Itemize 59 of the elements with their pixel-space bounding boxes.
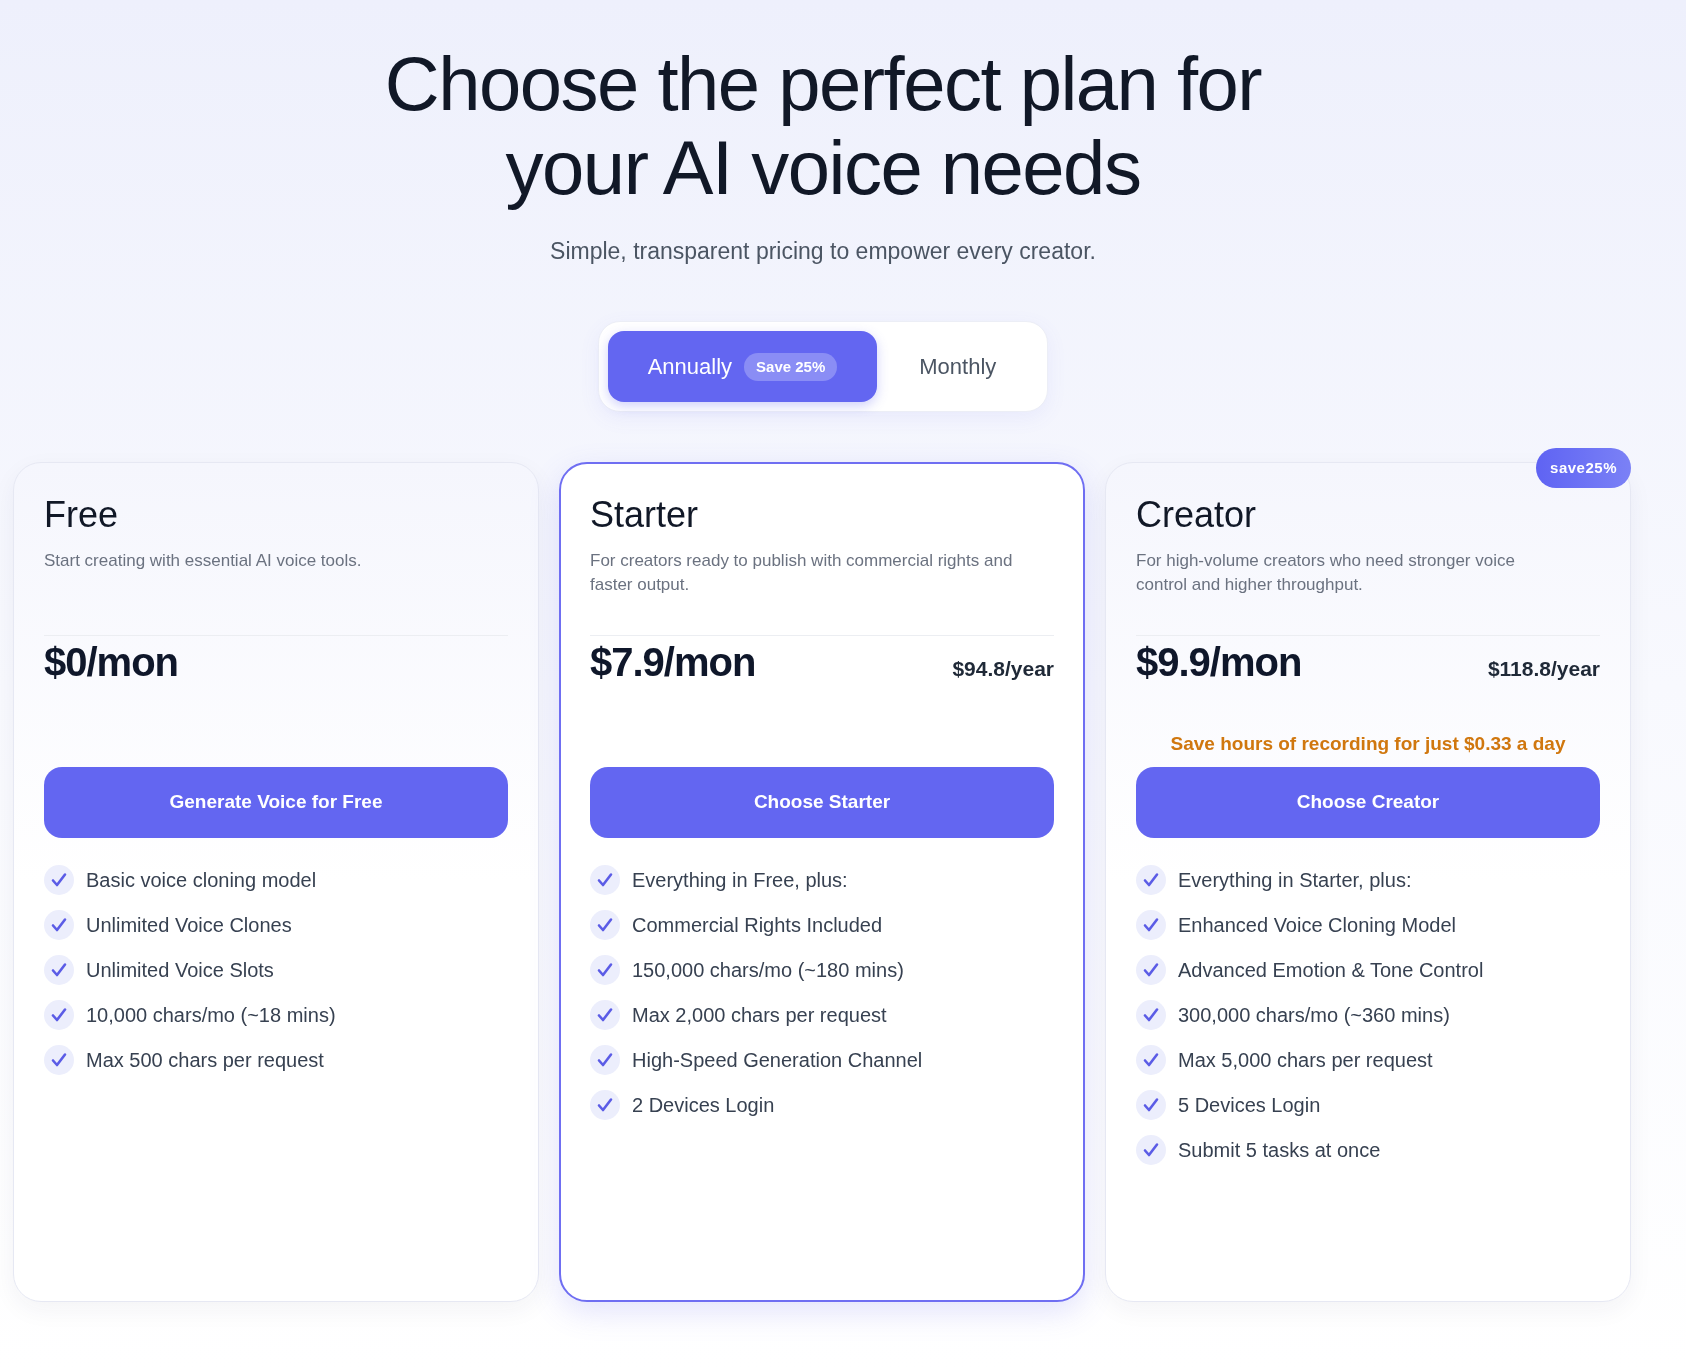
check-icon bbox=[590, 954, 620, 985]
feature-text: 150,000 chars/mo (~180 mins) bbox=[632, 957, 904, 983]
feature-text: 10,000 chars/mo (~18 mins) bbox=[86, 1002, 336, 1028]
promo-text: Save hours of recording for just $0.33 a day bbox=[1169, 732, 1567, 756]
check-icon bbox=[590, 1089, 620, 1120]
save-badge: Save 25% bbox=[744, 352, 838, 381]
check-icon bbox=[590, 864, 620, 895]
yearly-price: $94.8/year bbox=[952, 656, 1054, 682]
check-icon bbox=[590, 1044, 620, 1075]
feature-text: Max 5,000 chars per request bbox=[1178, 1047, 1433, 1073]
feature-text: High-Speed Generation Channel bbox=[632, 1047, 923, 1073]
feature-text: Advanced Emotion & Tone Control bbox=[1178, 957, 1484, 983]
feature-text: Everything in Starter, plus: bbox=[1178, 867, 1412, 893]
feature-text: 300,000 chars/mo (~360 mins) bbox=[1178, 1002, 1450, 1028]
feature-text: Enhanced Voice Cloning Model bbox=[1178, 912, 1456, 938]
check-icon bbox=[44, 909, 74, 940]
plan-button[interactable]: Generate Voice for Free bbox=[44, 767, 508, 838]
feature-text: Max 2,000 chars per request bbox=[632, 1002, 887, 1028]
check-icon bbox=[1136, 999, 1166, 1030]
check-icon bbox=[1136, 1044, 1166, 1075]
plan-description: For creators ready to publish with commercial rights and faster output. bbox=[590, 550, 1014, 596]
check-icon bbox=[590, 909, 620, 940]
monthly-price: $0/mon bbox=[44, 639, 179, 686]
feature-text: Submit 5 tasks at once bbox=[1178, 1137, 1381, 1163]
check-icon bbox=[1136, 909, 1166, 940]
page-subtitle: Simple, transparent pricing to empower every creator. bbox=[550, 237, 1096, 266]
yearly-price: $118.8/year bbox=[1487, 656, 1600, 682]
check-icon bbox=[44, 954, 74, 985]
page-title: Choose the perfect plan for your AI voice needs bbox=[383, 42, 1263, 210]
billing-tab[interactable]: Annually Save 25% bbox=[607, 331, 878, 402]
monthly-price: $7.9/mon bbox=[590, 639, 756, 686]
check-icon bbox=[44, 1044, 74, 1075]
discount-badge: save25% bbox=[1536, 448, 1631, 488]
plan-description: For high-volume creators who need stronger voice control and higher throughput. bbox=[1136, 550, 1516, 596]
feature-text: 5 Devices Login bbox=[1178, 1092, 1321, 1118]
check-icon bbox=[1136, 1134, 1166, 1165]
plan-description: Start creating with essential AI voice tools. bbox=[44, 550, 363, 572]
feature-text: Commercial Rights Included bbox=[632, 912, 883, 938]
feature-text: Basic voice cloning model bbox=[86, 867, 317, 893]
check-icon bbox=[590, 999, 620, 1030]
billing-tab[interactable]: Monthly bbox=[877, 331, 1039, 402]
monthly-price: $9.9/mon bbox=[1136, 639, 1302, 686]
feature-text: 2 Devices Login bbox=[632, 1092, 775, 1118]
check-icon bbox=[44, 864, 74, 895]
feature-text: Unlimited Voice Slots bbox=[86, 957, 274, 983]
plan-button[interactable]: Choose Creator bbox=[1136, 767, 1600, 838]
feature-text: Unlimited Voice Clones bbox=[86, 912, 292, 938]
tab-label: Monthly bbox=[919, 353, 997, 381]
feature-text: Everything in Free, plus: bbox=[632, 867, 848, 893]
check-icon bbox=[1136, 1089, 1166, 1120]
check-icon bbox=[1136, 864, 1166, 895]
tab-label: Annually bbox=[647, 353, 733, 381]
feature-text: Max 500 chars per request bbox=[86, 1047, 324, 1073]
plan-button[interactable]: Choose Starter bbox=[590, 767, 1054, 838]
plan-name: Free bbox=[44, 493, 120, 537]
plan-name: Creator bbox=[1136, 493, 1258, 537]
check-icon bbox=[1136, 954, 1166, 985]
check-icon bbox=[44, 999, 74, 1030]
plan-name: Starter bbox=[590, 493, 700, 537]
